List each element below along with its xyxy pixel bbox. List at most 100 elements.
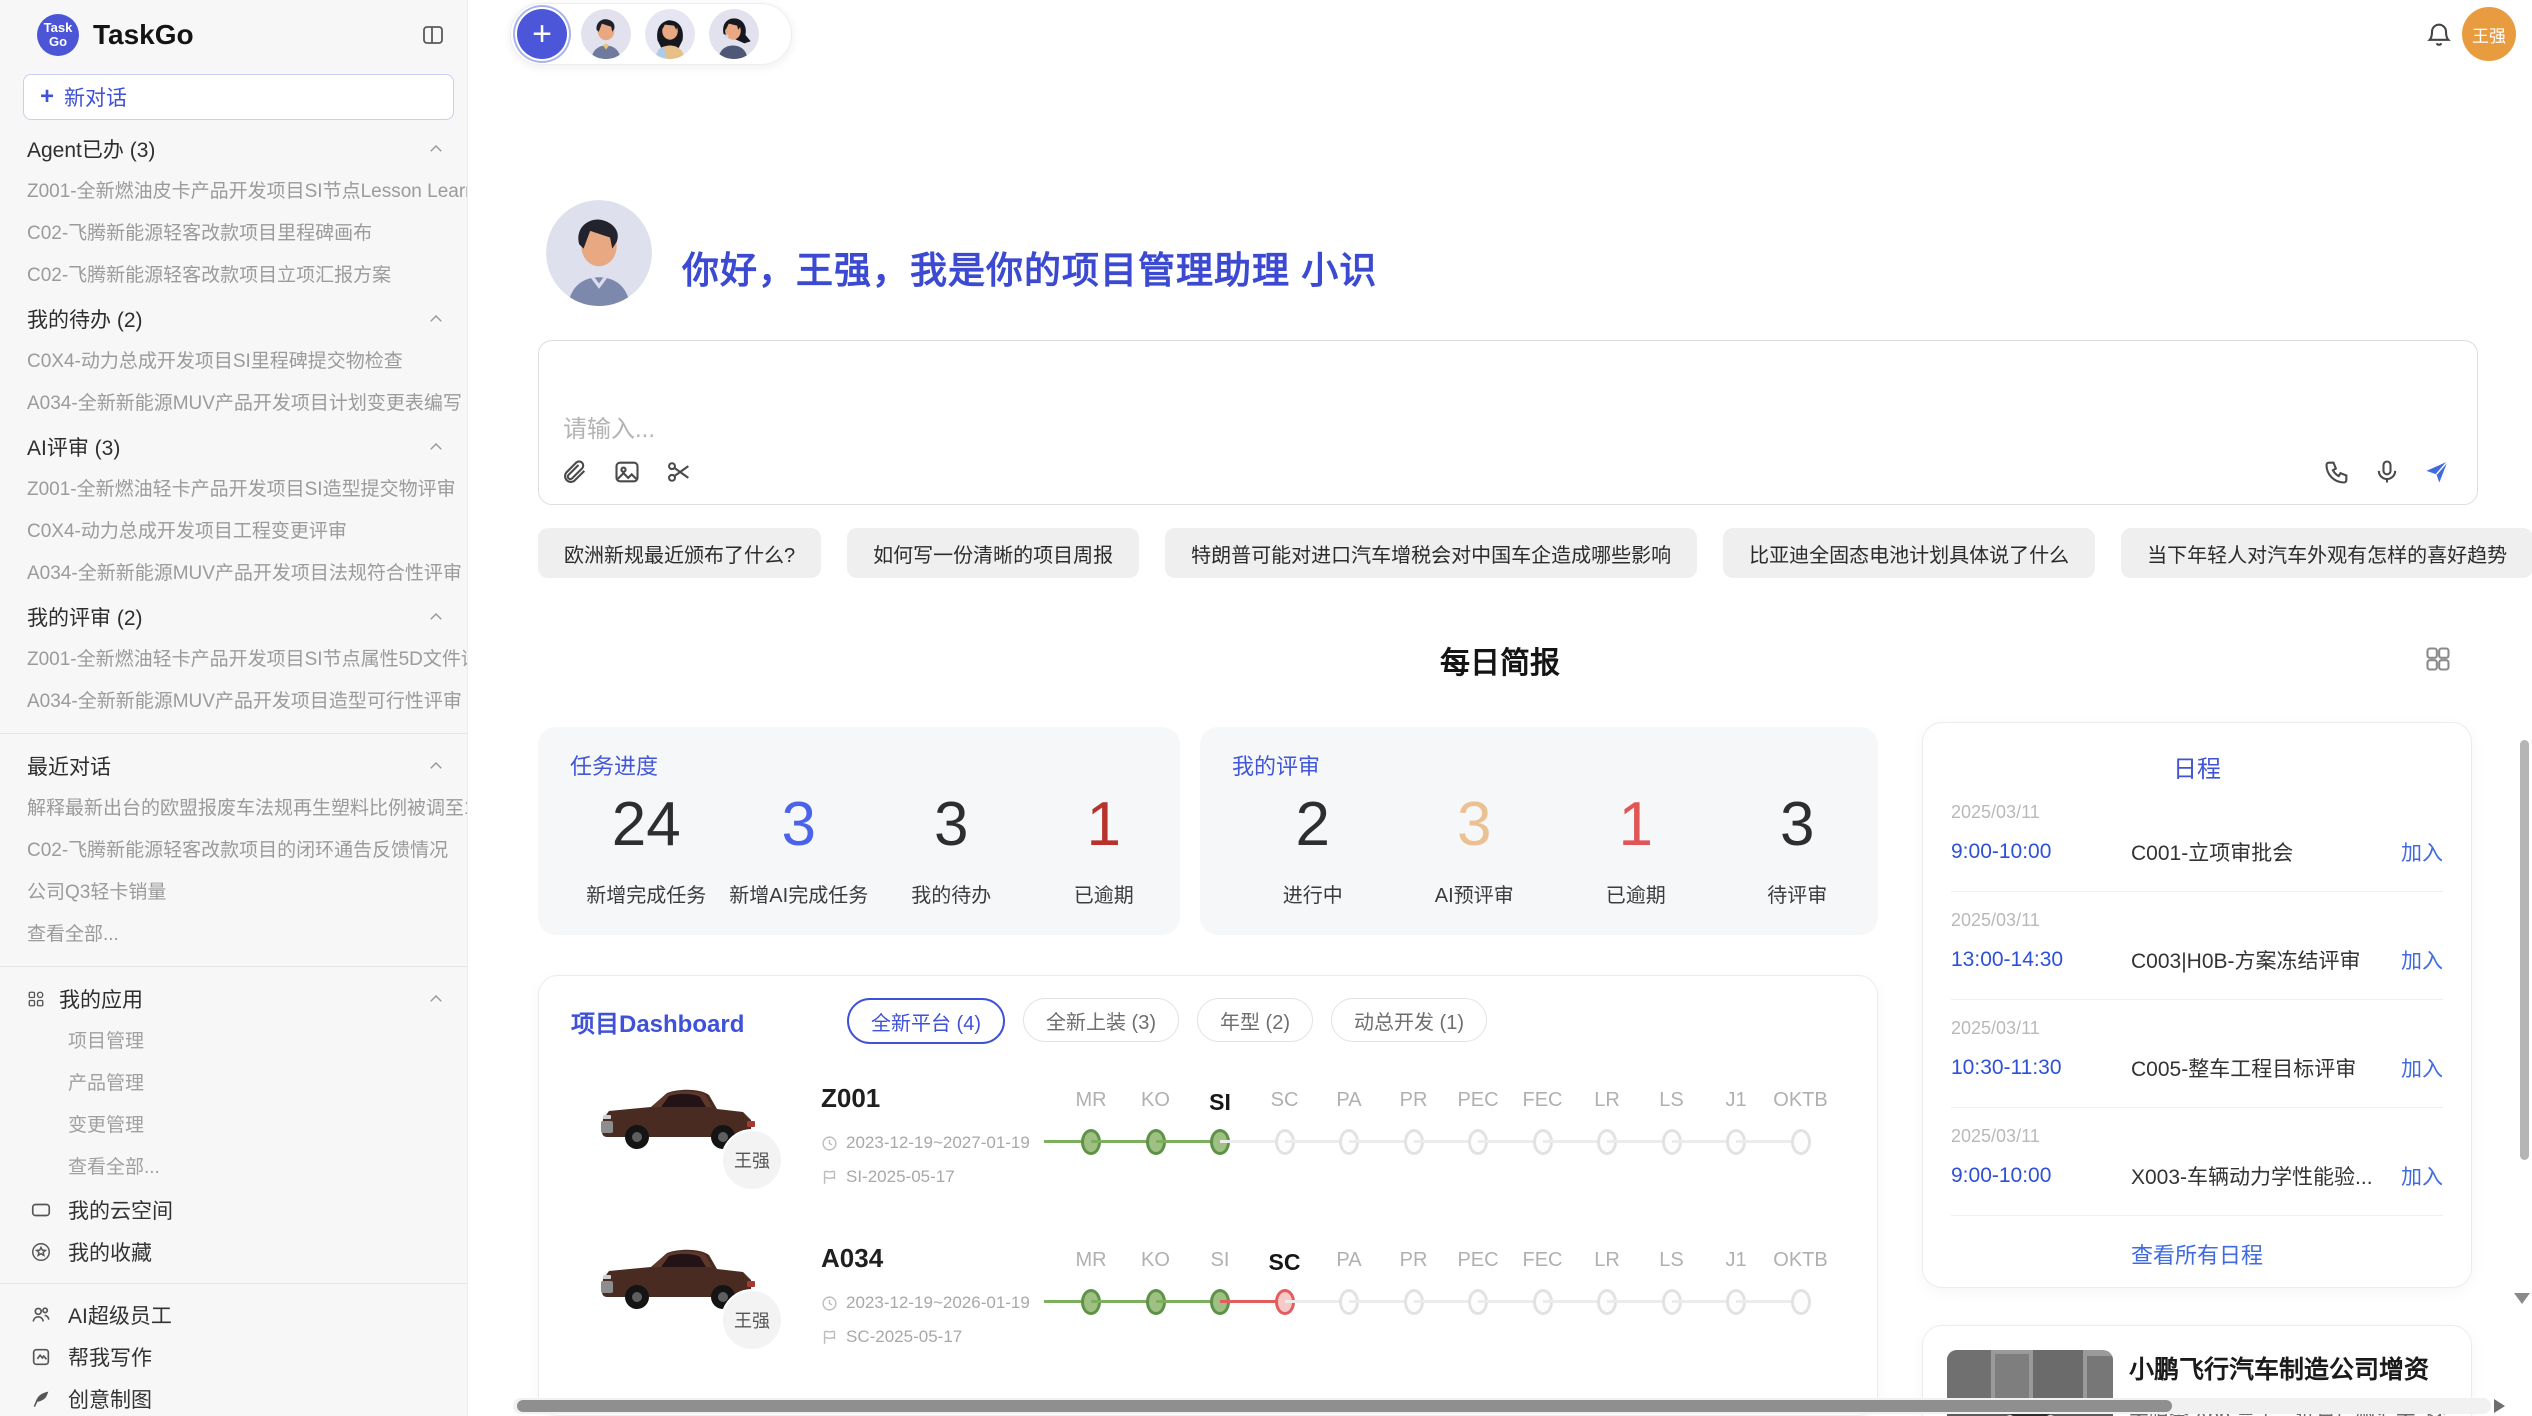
send-icon[interactable] [2423, 458, 2451, 486]
dashboard-tab[interactable]: 全新上装 (3) [1023, 998, 1179, 1042]
dashboard-tab[interactable]: 动总开发 (1) [1331, 998, 1487, 1042]
milestone-track: MRKOSISCPAPRPECFECLRLSJ1OKTB [1044, 1081, 1854, 1171]
sidebar-item[interactable]: C0X4-动力总成开发项目工程变更评审 [0, 511, 467, 553]
user-avatar[interactable]: 王强 [2462, 7, 2516, 61]
sidebar-section-header[interactable]: AI评审 (3) [0, 425, 467, 469]
sidebar-app-item[interactable]: 查看全部... [0, 1147, 467, 1189]
sidebar-item[interactable]: A034-全新新能源MUV产品开发项目法规符合性评审 [0, 553, 467, 595]
assistant-avatar [546, 200, 652, 306]
dashboard-tab[interactable]: 全新平台 (4) [847, 998, 1005, 1044]
view-all-schedule-link[interactable]: 查看所有日程 [1951, 1238, 2443, 1270]
schedule-card: 日程 2025/03/119:00-10:00C001-立项审批会加入2025/… [1922, 722, 2472, 1288]
project-code[interactable]: A034 [821, 1243, 883, 1274]
microphone-icon[interactable] [2373, 458, 2401, 486]
suggestion-chip[interactable]: 比亚迪全固态电池计划具体说了什么 [1723, 528, 2095, 578]
chevron-up-icon [427, 990, 445, 1008]
scroll-down-arrow[interactable] [2514, 1293, 2530, 1304]
scissors-icon[interactable] [665, 458, 693, 486]
vertical-scrollbar-thumb[interactable] [2520, 740, 2529, 1160]
suggestion-chip[interactable]: 如何写一份清晰的项目周报 [847, 528, 1139, 578]
schedule-time: 13:00-14:30 [1951, 948, 2131, 972]
sidebar-item[interactable]: Z001-全新燃油轻卡产品开发项目SI造型提交物评审 [0, 469, 467, 511]
stat-value: 3 [723, 789, 876, 861]
sidebar-app-item[interactable]: 项目管理 [0, 1021, 467, 1063]
milestone-label: PA [1336, 1089, 1361, 1112]
divider [0, 733, 467, 734]
sidebar-item[interactable]: Z001-全新燃油皮卡产品开发项目SI节点Lesson Learn报告 [0, 171, 467, 213]
agent-avatar-2[interactable] [645, 9, 695, 59]
composer-right-icons [2323, 458, 2451, 486]
recent-conversation-item[interactable]: C02-飞腾新能源轻客改款项目的闭环通告反馈情况 [0, 830, 467, 872]
sidebar-item[interactable]: Z001-全新燃油轻卡产品开发项目SI节点属性5D文件评审 [0, 639, 467, 681]
dashboard-tabs: 全新平台 (4) 全新上装 (3) 年型 (2) 动总开发 (1) [847, 998, 1487, 1044]
view-all-conversations-link[interactable]: 查看全部... [0, 914, 467, 956]
attachment-icon[interactable] [561, 458, 589, 486]
sidebar-app-item[interactable]: 变更管理 [0, 1105, 467, 1147]
schedule-time: 10:30-11:30 [1951, 1056, 2131, 1080]
milestone-label: SC [1269, 1249, 1301, 1276]
sidebar-section-header[interactable]: 我的待办 (2) [0, 297, 467, 341]
app-title: TaskGo [93, 19, 421, 51]
agent-avatar-1[interactable] [581, 9, 631, 59]
recent-section-header[interactable]: 最近对话 [0, 744, 467, 788]
chat-input-placeholder: 请输入... [563, 409, 655, 444]
milestone-label: FEC [1523, 1249, 1563, 1272]
sidebar-sections: Agent已办 (3) Z001-全新燃油皮卡产品开发项目SI节点Lesson L… [0, 127, 467, 723]
cloud-space-label: 我的云空间 [68, 1195, 173, 1225]
sidebar-item-my-apps[interactable]: 我的应用 [0, 977, 467, 1021]
notifications-bell-icon[interactable] [2425, 20, 2453, 48]
sidebar-item[interactable]: C02-飞腾新能源轻客改款项目里程碑画布 [0, 213, 467, 255]
scroll-right-arrow[interactable] [2494, 1399, 2505, 1413]
agent-avatar-3[interactable] [709, 9, 759, 59]
schedule-line: 13:00-14:30C003|H0B-方案冻结评审加入 [1951, 945, 2443, 975]
milestone-label: FEC [1523, 1089, 1563, 1112]
sidebar-item-creative-draw[interactable]: 创意制图 [0, 1378, 467, 1416]
stat-label: 待评审 [1717, 879, 1879, 908]
schedule-row: 2025/03/119:00-10:00X003-车辆动力学性能验...加入 [1951, 1108, 2443, 1216]
horizontal-scrollbar-thumb[interactable] [517, 1400, 2172, 1412]
schedule-row: 2025/03/1110:30-11:30C005-整车工程目标评审加入 [1951, 1000, 2443, 1108]
image-icon[interactable] [613, 458, 641, 486]
sidebar-section-header[interactable]: 我的评审 (2) [0, 595, 467, 639]
chat-input[interactable]: 请输入... [538, 340, 2478, 505]
new-chat-label: 新对话 [64, 82, 127, 112]
project-row: 王强A0342023-12-19~2026-01-19SC-2025-05-17… [539, 1231, 1877, 1391]
join-meeting-link[interactable]: 加入 [2401, 1161, 2443, 1191]
join-meeting-link[interactable]: 加入 [2401, 837, 2443, 867]
sidebar-section-header[interactable]: Agent已办 (3) [0, 127, 467, 171]
suggestion-chip[interactable]: 特朗普可能对进口汽车增税会对中国车企造成哪些影响 [1165, 528, 1697, 578]
project-code[interactable]: Z001 [821, 1083, 880, 1114]
new-chat-button[interactable]: + 新对话 [23, 74, 454, 120]
sidebar-item-ai-employee[interactable]: AI超级员工 [0, 1294, 467, 1336]
sidebar-item-favorites[interactable]: 我的收藏 [0, 1231, 467, 1273]
milestone-label: PR [1400, 1089, 1428, 1112]
add-conversation-button[interactable]: + [517, 9, 567, 59]
sidebar-item[interactable]: C02-飞腾新能源轻客改款项目立项汇报方案 [0, 255, 467, 297]
phone-call-icon[interactable] [2323, 458, 2351, 486]
section-title: 最近对话 [27, 751, 427, 781]
clock-icon [821, 1295, 838, 1312]
recent-conversation-item[interactable]: 解释最新出台的欧盟报废车法规再生塑料比例被调至15%... [0, 788, 467, 830]
stats-card-title: 我的评审 [1232, 749, 1878, 781]
sidebar-app-item[interactable]: 产品管理 [0, 1063, 467, 1105]
dashboard-tab[interactable]: 年型 (2) [1197, 998, 1313, 1042]
recent-conversation-item[interactable]: 公司Q3轻卡销量 [0, 872, 467, 914]
project-flag-milestone: SI-2025-05-17 [821, 1167, 955, 1187]
milestone-label: LS [1659, 1089, 1683, 1112]
sidebar-item[interactable]: C0X4-动力总成开发项目SI里程碑提交物检查 [0, 341, 467, 383]
logo-line1: Task [44, 21, 73, 35]
sidebar-item-help-write[interactable]: 帮我写作 [0, 1336, 467, 1378]
sidebar-collapse-icon[interactable] [421, 23, 445, 47]
sidebar-item[interactable]: A034-全新新能源MUV产品开发项目计划变更表编写 [0, 383, 467, 425]
layout-grid-icon[interactable] [2424, 645, 2452, 673]
sidebar-header: Task Go TaskGo [0, 0, 467, 70]
sidebar-item[interactable]: A034-全新新能源MUV产品开发项目造型可行性评审 [0, 681, 467, 723]
join-meeting-link[interactable]: 加入 [2401, 945, 2443, 975]
suggestion-chip[interactable]: 欧洲新规最近颁布了什么? [538, 528, 821, 578]
join-meeting-link[interactable]: 加入 [2401, 1053, 2443, 1083]
sidebar-item-cloud-space[interactable]: 我的云空间 [0, 1189, 467, 1231]
section-title: Agent已办 (3) [27, 134, 427, 164]
schedule-date: 2025/03/11 [1951, 1018, 2443, 1039]
schedule-event-title: C003|H0B-方案冻结评审 [2131, 945, 2401, 975]
suggestion-chip[interactable]: 当下年轻人对汽车外观有怎样的喜好趋势 [2121, 528, 2532, 578]
